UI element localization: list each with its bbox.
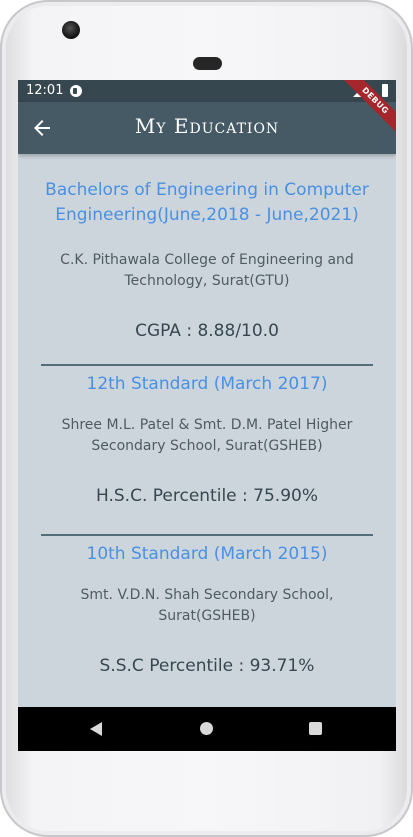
score-text: S.S.C Percentile : 93.71%: [99, 656, 315, 676]
section-divider: [41, 364, 373, 366]
institute-name: C.K. Pithawala College of Engineering an…: [60, 252, 354, 289]
front-camera: [62, 21, 80, 39]
earpiece-speaker: [193, 57, 222, 70]
battery-icon: [382, 84, 388, 97]
nav-recents-icon[interactable]: [309, 722, 322, 735]
score-text: CGPA : 8.88/10.0: [135, 321, 279, 341]
institute-name: Smt. V.D.N. Shah Secondary School, Surat…: [80, 587, 334, 624]
score-text: H.S.C. Percentile : 75.90%: [96, 486, 318, 506]
institute-name: Shree M.L. Patel & Smt. D.M. Patel Highe…: [61, 417, 353, 454]
status-bar: 12:01: [18, 80, 396, 102]
device-screen: 12:01 My Education DEBUG Bachelors of En…: [18, 80, 396, 751]
degree-title: Bachelors of Engineering in Computer Eng…: [45, 180, 369, 225]
notification-app-icon: [70, 85, 82, 97]
nav-home-icon[interactable]: [200, 722, 213, 735]
app-bar: My Education: [18, 102, 396, 154]
education-entry: 10th Standard (March 2015) Smt. V.D.N. S…: [18, 542, 396, 676]
phone-frame: 12:01 My Education DEBUG Bachelors of En…: [0, 0, 413, 837]
education-entry: 12th Standard (March 2017) Shree M.L. Pa…: [18, 372, 396, 506]
system-navigation-bar: [18, 707, 396, 751]
education-entry: Bachelors of Engineering in Computer Eng…: [18, 178, 396, 341]
nav-back-icon[interactable]: [90, 722, 102, 736]
page-title: My Education: [134, 114, 280, 138]
section-divider: [41, 534, 373, 536]
degree-title: 12th Standard (March 2017): [86, 374, 328, 394]
status-time: 12:01: [26, 83, 64, 98]
degree-title: 10th Standard (March 2015): [86, 544, 328, 564]
